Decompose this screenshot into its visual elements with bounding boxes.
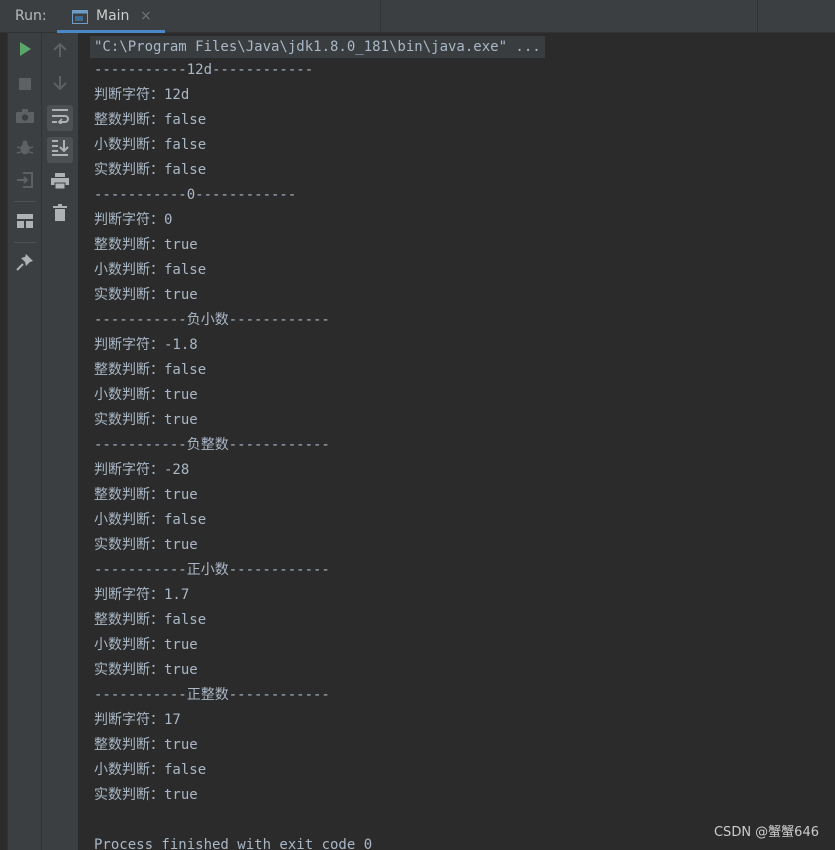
exit-button[interactable]	[12, 169, 38, 195]
console-line: 小数判断：false	[94, 262, 207, 278]
header-divider	[757, 0, 758, 33]
console-line: 判断字符：-1.8	[94, 337, 198, 353]
console-line: 小数判断：true	[94, 387, 198, 403]
soft-wrap-button[interactable]	[47, 105, 73, 131]
console-line: 整数判断：true	[94, 737, 198, 753]
console-line: 判断字符：17	[94, 712, 181, 728]
console-line: 实数判断：true	[94, 412, 198, 428]
console-line: -----------0------------	[94, 187, 297, 203]
console-line: 实数判断：true	[94, 537, 198, 553]
tab-label: Main	[96, 8, 130, 24]
debug-bug-icon	[16, 139, 34, 161]
camera-icon	[16, 108, 34, 127]
console-line: 整数判断：true	[94, 487, 198, 503]
rerun-button[interactable]	[12, 38, 38, 64]
stop-button[interactable]	[12, 71, 38, 97]
console-line: 实数判断：false	[94, 162, 207, 178]
run-label: Run:	[15, 8, 47, 24]
console-line: 整数判断：true	[94, 237, 198, 253]
print-icon	[51, 173, 69, 193]
console-line: 判断字符：-28	[94, 462, 190, 478]
pin-icon	[16, 253, 34, 275]
console-line: 小数判断：false	[94, 137, 207, 153]
console-line: 判断字符：0	[94, 212, 173, 228]
console-line: -----------正整数------------	[94, 687, 330, 703]
console-line: 小数判断：false	[94, 512, 207, 528]
console-line: 整数判断：false	[94, 362, 207, 378]
console-line: 判断字符：1.7	[94, 587, 190, 603]
down-arrow-icon	[53, 75, 67, 95]
tab-main[interactable]: Main ×	[57, 0, 165, 33]
stop-icon	[19, 75, 31, 94]
trash-icon	[53, 204, 67, 226]
console-line: 整数判断：false	[94, 612, 207, 628]
console-line: 小数判断：true	[94, 637, 198, 653]
run-toolbar-primary	[8, 33, 42, 850]
pin-tab-button[interactable]	[12, 251, 38, 277]
console-output[interactable]: "C:\Program Files\Java\jdk1.8.0_181\bin\…	[80, 33, 835, 850]
print-button[interactable]	[47, 170, 73, 196]
console-line: 整数判断：false	[94, 112, 207, 128]
console-line: Process finished with exit code 0	[94, 837, 373, 850]
up-arrow-icon	[53, 42, 67, 62]
soft-wrap-icon	[51, 108, 69, 128]
previous-occurrence-button[interactable]	[47, 39, 73, 65]
exit-icon	[16, 171, 34, 193]
clear-all-button[interactable]	[47, 202, 73, 228]
next-occurrence-button[interactable]	[47, 72, 73, 98]
console-line: -----------正小数------------	[94, 562, 330, 578]
java-command-line[interactable]: "C:\Program Files\Java\jdk1.8.0_181\bin\…	[90, 36, 545, 58]
scroll-to-end-icon	[51, 139, 69, 161]
console-line: -----------12d------------	[94, 62, 314, 78]
console-line: 实数判断：true	[94, 662, 198, 678]
header-divider	[380, 0, 381, 33]
console-line: -----------负小数------------	[94, 312, 330, 328]
rerun-icon	[18, 41, 32, 61]
toolbar-separator	[14, 201, 36, 202]
close-icon[interactable]: ×	[140, 8, 152, 24]
debug-button[interactable]	[12, 137, 38, 163]
console-line: -----------负整数------------	[94, 437, 330, 453]
scroll-to-end-button[interactable]	[47, 137, 73, 163]
console-line: 实数判断：true	[94, 787, 198, 803]
watermark: CSDN @蟹蟹646	[713, 825, 819, 840]
run-tool-window-header: Run: Main ×	[0, 0, 835, 33]
console-line: 判断字符：12d	[94, 87, 190, 103]
dump-threads-button[interactable]	[12, 104, 38, 130]
console-window-icon	[72, 9, 88, 24]
console-lines: -----------12d------------ 判断字符：12d 整数判断：f…	[94, 58, 372, 850]
console-line: 实数判断：true	[94, 287, 198, 303]
restore-layout-button[interactable]	[12, 209, 38, 235]
run-toolbar-secondary	[42, 33, 79, 850]
console-line: 小数判断：false	[94, 762, 207, 778]
left-edge-strip	[0, 33, 8, 850]
toolbar-separator	[14, 242, 36, 243]
layout-icon	[17, 213, 33, 232]
